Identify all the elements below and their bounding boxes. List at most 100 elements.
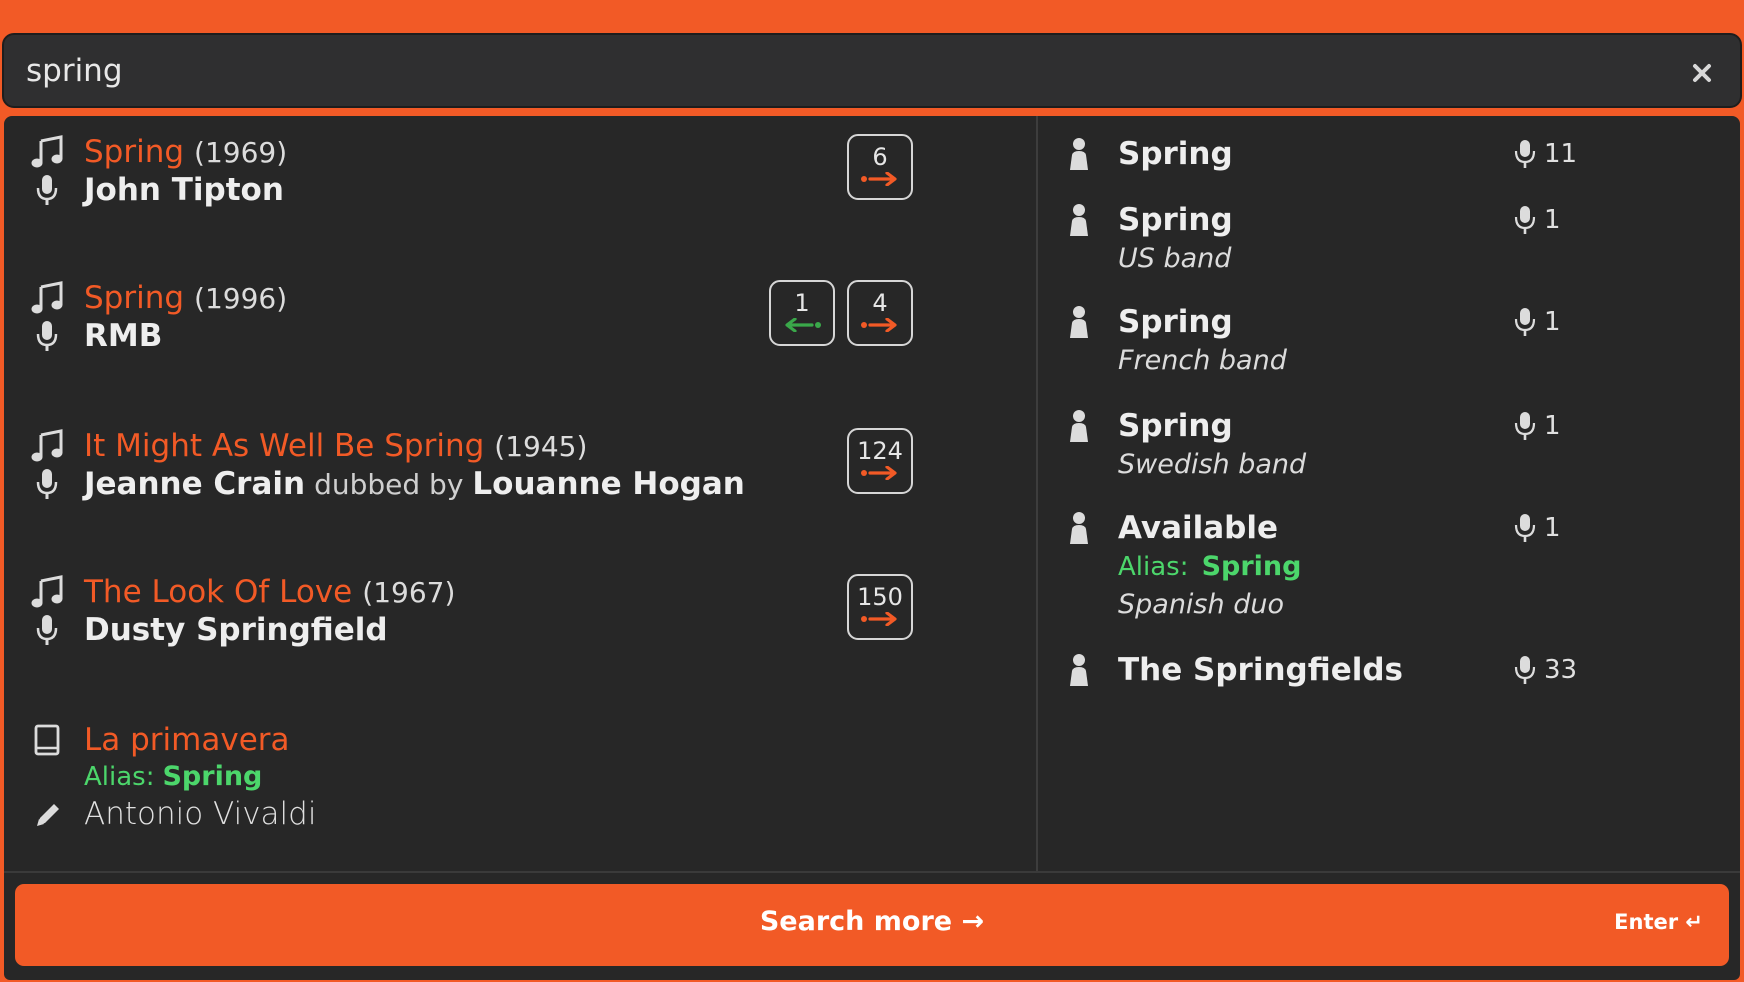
alias-value: Spring [1201, 551, 1302, 582]
arrow-left-icon [785, 318, 821, 332]
recording-title[interactable]: The Look Of Love [84, 574, 352, 610]
music-note-icon [30, 132, 70, 172]
badge-count: 4 [872, 289, 888, 317]
book-icon [30, 720, 70, 760]
person-icon [1064, 406, 1104, 446]
microphone-icon [30, 610, 70, 650]
arrow-right-icon [861, 612, 897, 626]
microphone-icon [1514, 412, 1536, 440]
recording-count-value: 1 [1544, 411, 1561, 441]
badge-count: 124 [857, 437, 903, 465]
artist-result[interactable]: The Springfields 33 [1064, 650, 1724, 690]
recording-artist-line: RMB [30, 316, 162, 356]
arrow-right-icon [861, 172, 897, 186]
recording-count: 1 [1514, 200, 1561, 240]
search-more-label: Search more → [759, 906, 985, 937]
microphone-icon [1514, 206, 1536, 234]
recording-count-value: 33 [1544, 655, 1578, 685]
recording-count: 11 [1514, 134, 1577, 174]
artist-alias: Alias: Spring [1118, 548, 1724, 586]
work-composer[interactable]: Antonio Vivaldi [84, 796, 316, 832]
enter-key-hint: Enter ↵ [1614, 910, 1703, 934]
artist-description: US band [1118, 243, 1232, 274]
microphone-icon [30, 316, 70, 356]
artist-name[interactable]: Spring [1118, 136, 1233, 172]
alias-label: Alias: [1118, 552, 1189, 582]
music-note-icon [30, 572, 70, 612]
badge-count: 1 [794, 289, 810, 317]
recording-artist-line: Jeanne Crain dubbed by Louanne Hogan [30, 464, 745, 504]
work-alias-line: Alias: Spring [30, 758, 262, 794]
artist-result[interactable]: Spring 1 US band [1064, 200, 1724, 278]
microphone-icon [30, 464, 70, 504]
recording-count: 1 [1514, 406, 1561, 446]
artist-result[interactable]: Spring 1 Swedish band [1064, 406, 1724, 484]
artist-name[interactable]: Available [1118, 510, 1278, 546]
music-note-icon [30, 278, 70, 318]
recording-title[interactable]: Spring [84, 280, 184, 316]
recording-year: (1967) [362, 576, 456, 609]
person-icon [1064, 650, 1104, 690]
badge-count: 150 [857, 583, 903, 611]
recording-title[interactable]: It Might As Well Be Spring [84, 428, 484, 464]
recording-count-value: 1 [1544, 307, 1561, 337]
search-input[interactable] [26, 49, 1626, 93]
search-more-button[interactable]: Search more → Enter ↵ [15, 884, 1729, 966]
artist-result[interactable]: Available 1 Alias: Spring Spanish duo [1064, 508, 1724, 624]
recording-artist[interactable]: Jeanne Crain [84, 466, 305, 502]
recording-title[interactable]: Spring [84, 134, 184, 170]
work-title[interactable]: La primavera [84, 722, 290, 758]
releases-forward-badge[interactable]: 6 [847, 134, 913, 200]
alias-value: Spring [162, 760, 263, 792]
microphone-icon [1514, 514, 1536, 542]
recordings-column: Spring (1969) John Tipton 6 Spring (1996… [4, 116, 1036, 871]
artist-name[interactable]: The Springfields [1118, 652, 1403, 688]
work-title-line: La primavera [30, 720, 290, 760]
artist-name[interactable]: Spring [1118, 304, 1233, 340]
alias-label: Alias: [84, 761, 155, 792]
badge-count: 6 [872, 143, 888, 171]
releases-back-badge[interactable]: 1 [769, 280, 835, 346]
music-note-icon [30, 426, 70, 466]
recording-title-line: Spring (1996) [30, 278, 287, 318]
releases-forward-badge[interactable]: 124 [847, 428, 913, 494]
recording-count: 1 [1514, 508, 1561, 548]
recording-artist-line: John Tipton [30, 170, 284, 210]
artist-result[interactable]: Spring 1 French band [1064, 302, 1724, 380]
recording-artist[interactable]: John Tipton [84, 172, 284, 208]
microphone-icon [1514, 140, 1536, 168]
pencil-icon [30, 794, 70, 834]
recording-count: 1 [1514, 302, 1561, 342]
work-composer-line: Antonio Vivaldi [30, 794, 316, 834]
recording-title-line: Spring (1969) [30, 132, 287, 172]
close-icon[interactable] [1692, 63, 1716, 87]
artist-description: Spanish duo [1118, 589, 1284, 620]
artists-column: Spring 11 Spring 1 US band Spring 1 Fren… [1038, 116, 1740, 871]
recording-artist[interactable]: RMB [84, 318, 162, 354]
recording-title-line: The Look Of Love (1967) [30, 572, 455, 612]
recording-count-value: 1 [1544, 513, 1561, 543]
arrow-right-icon [861, 466, 897, 480]
recording-count: 33 [1514, 650, 1577, 690]
releases-forward-badge[interactable]: 150 [847, 574, 913, 640]
dubbing-artist[interactable]: Louanne Hogan [472, 466, 744, 502]
artist-description: Swedish band [1118, 449, 1307, 480]
footer-divider [4, 871, 1740, 873]
recording-artist[interactable]: Dusty Springfield [84, 612, 388, 648]
artist-name[interactable]: Spring [1118, 202, 1233, 238]
microphone-icon [30, 170, 70, 210]
recording-title-line: It Might As Well Be Spring (1945) [30, 426, 587, 466]
microphone-icon [1514, 308, 1536, 336]
recording-count-value: 1 [1544, 205, 1561, 235]
releases-forward-badge[interactable]: 4 [847, 280, 913, 346]
results-panel: Spring (1969) John Tipton 6 Spring (1996… [4, 116, 1740, 980]
recording-year: (1945) [494, 430, 588, 463]
dubbed-by-label: dubbed by [314, 468, 464, 501]
artist-result[interactable]: Spring 11 [1064, 134, 1724, 174]
recording-artist-line: Dusty Springfield [30, 610, 388, 650]
person-icon [1064, 134, 1104, 174]
artist-name[interactable]: Spring [1118, 408, 1233, 444]
arrow-right-icon [861, 318, 897, 332]
recording-count-value: 11 [1544, 139, 1578, 169]
artist-description: French band [1118, 345, 1287, 376]
